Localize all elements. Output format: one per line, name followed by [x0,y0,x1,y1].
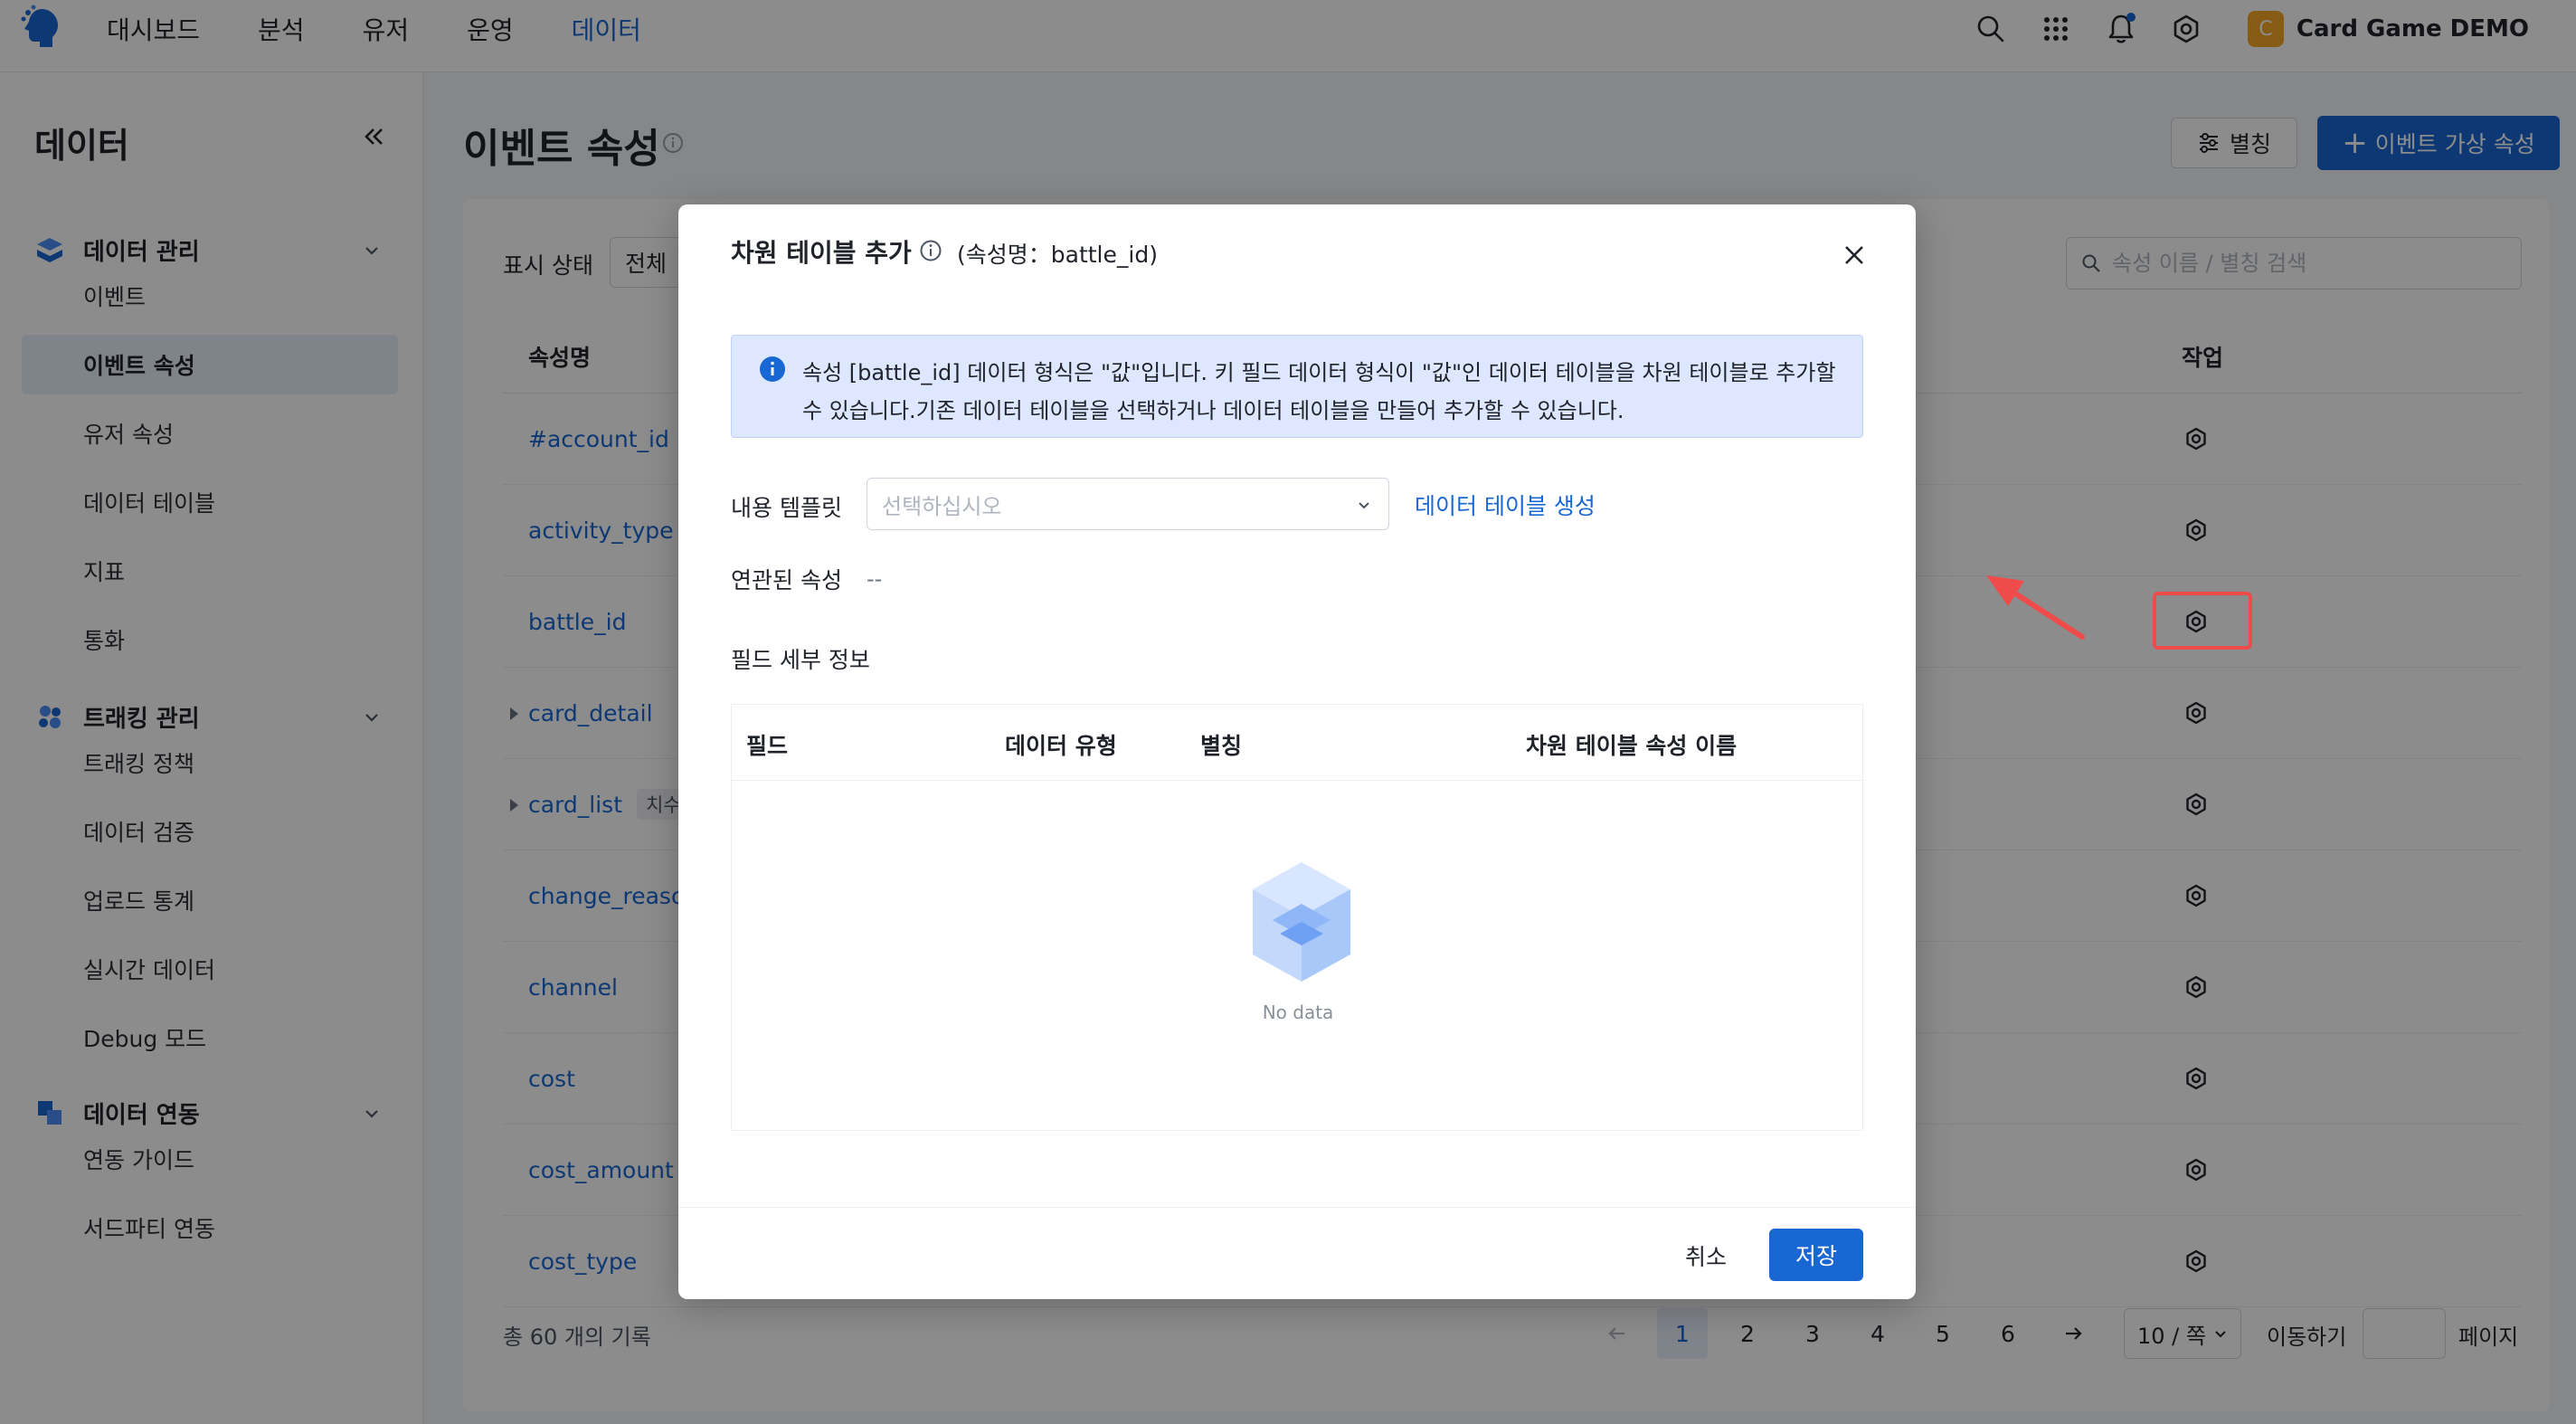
related-property-label: 연관된 속성 [731,567,842,593]
add-dimension-table-modal: 차원 테이블 추가 (속성명：battle_id) 속성 [battle_id]… [678,204,1916,1299]
modal-footer-divider [678,1207,1916,1208]
highlight-annotation [2153,592,2252,650]
modal-title: 차원 테이블 추가 [731,238,912,268]
template-placeholder: 선택하십시오 [882,493,1002,519]
chevron-down-icon [1356,497,1372,513]
arrow-annotation-icon [1986,575,2085,640]
close-icon[interactable] [1840,241,1869,270]
info-filled-icon [759,356,786,383]
related-property-value: -- [867,566,883,592]
create-data-table-link[interactable]: 데이터 테이블 생성 [1415,489,1596,521]
column-header-data-type: 데이터 유형 [1005,733,1117,759]
empty-box-icon [1247,859,1356,985]
modal-subtitle: (속성명：battle_id) [957,242,1158,268]
field-detail-label: 필드 세부 정보 [731,647,870,673]
field-table-header: 필드 데이터 유형 별칭 차원 테이블 속성 이름 [732,705,1864,781]
empty-text: No data [1262,1002,1334,1023]
info-alert: 속성 [battle_id] 데이터 형식은 "값"입니다. 키 필드 데이터 … [731,335,1863,438]
template-select[interactable]: 선택하십시오 [867,478,1389,530]
column-header-dimension-property: 차원 테이블 속성 이름 [1526,733,1738,759]
column-header-alias: 별칭 [1200,733,1243,759]
save-button[interactable]: 저장 [1769,1229,1863,1281]
template-label: 내용 템플릿 [731,495,842,521]
cancel-button[interactable]: 취소 [1670,1230,1742,1281]
info-icon[interactable] [919,239,942,262]
field-detail-table: 필드 데이터 유형 별칭 차원 테이블 속성 이름 No data [731,704,1864,1131]
column-header-field: 필드 [746,733,789,759]
alert-text: 속성 [battle_id] 데이터 형식은 "값"입니다. 키 필드 데이터 … [802,360,1836,423]
